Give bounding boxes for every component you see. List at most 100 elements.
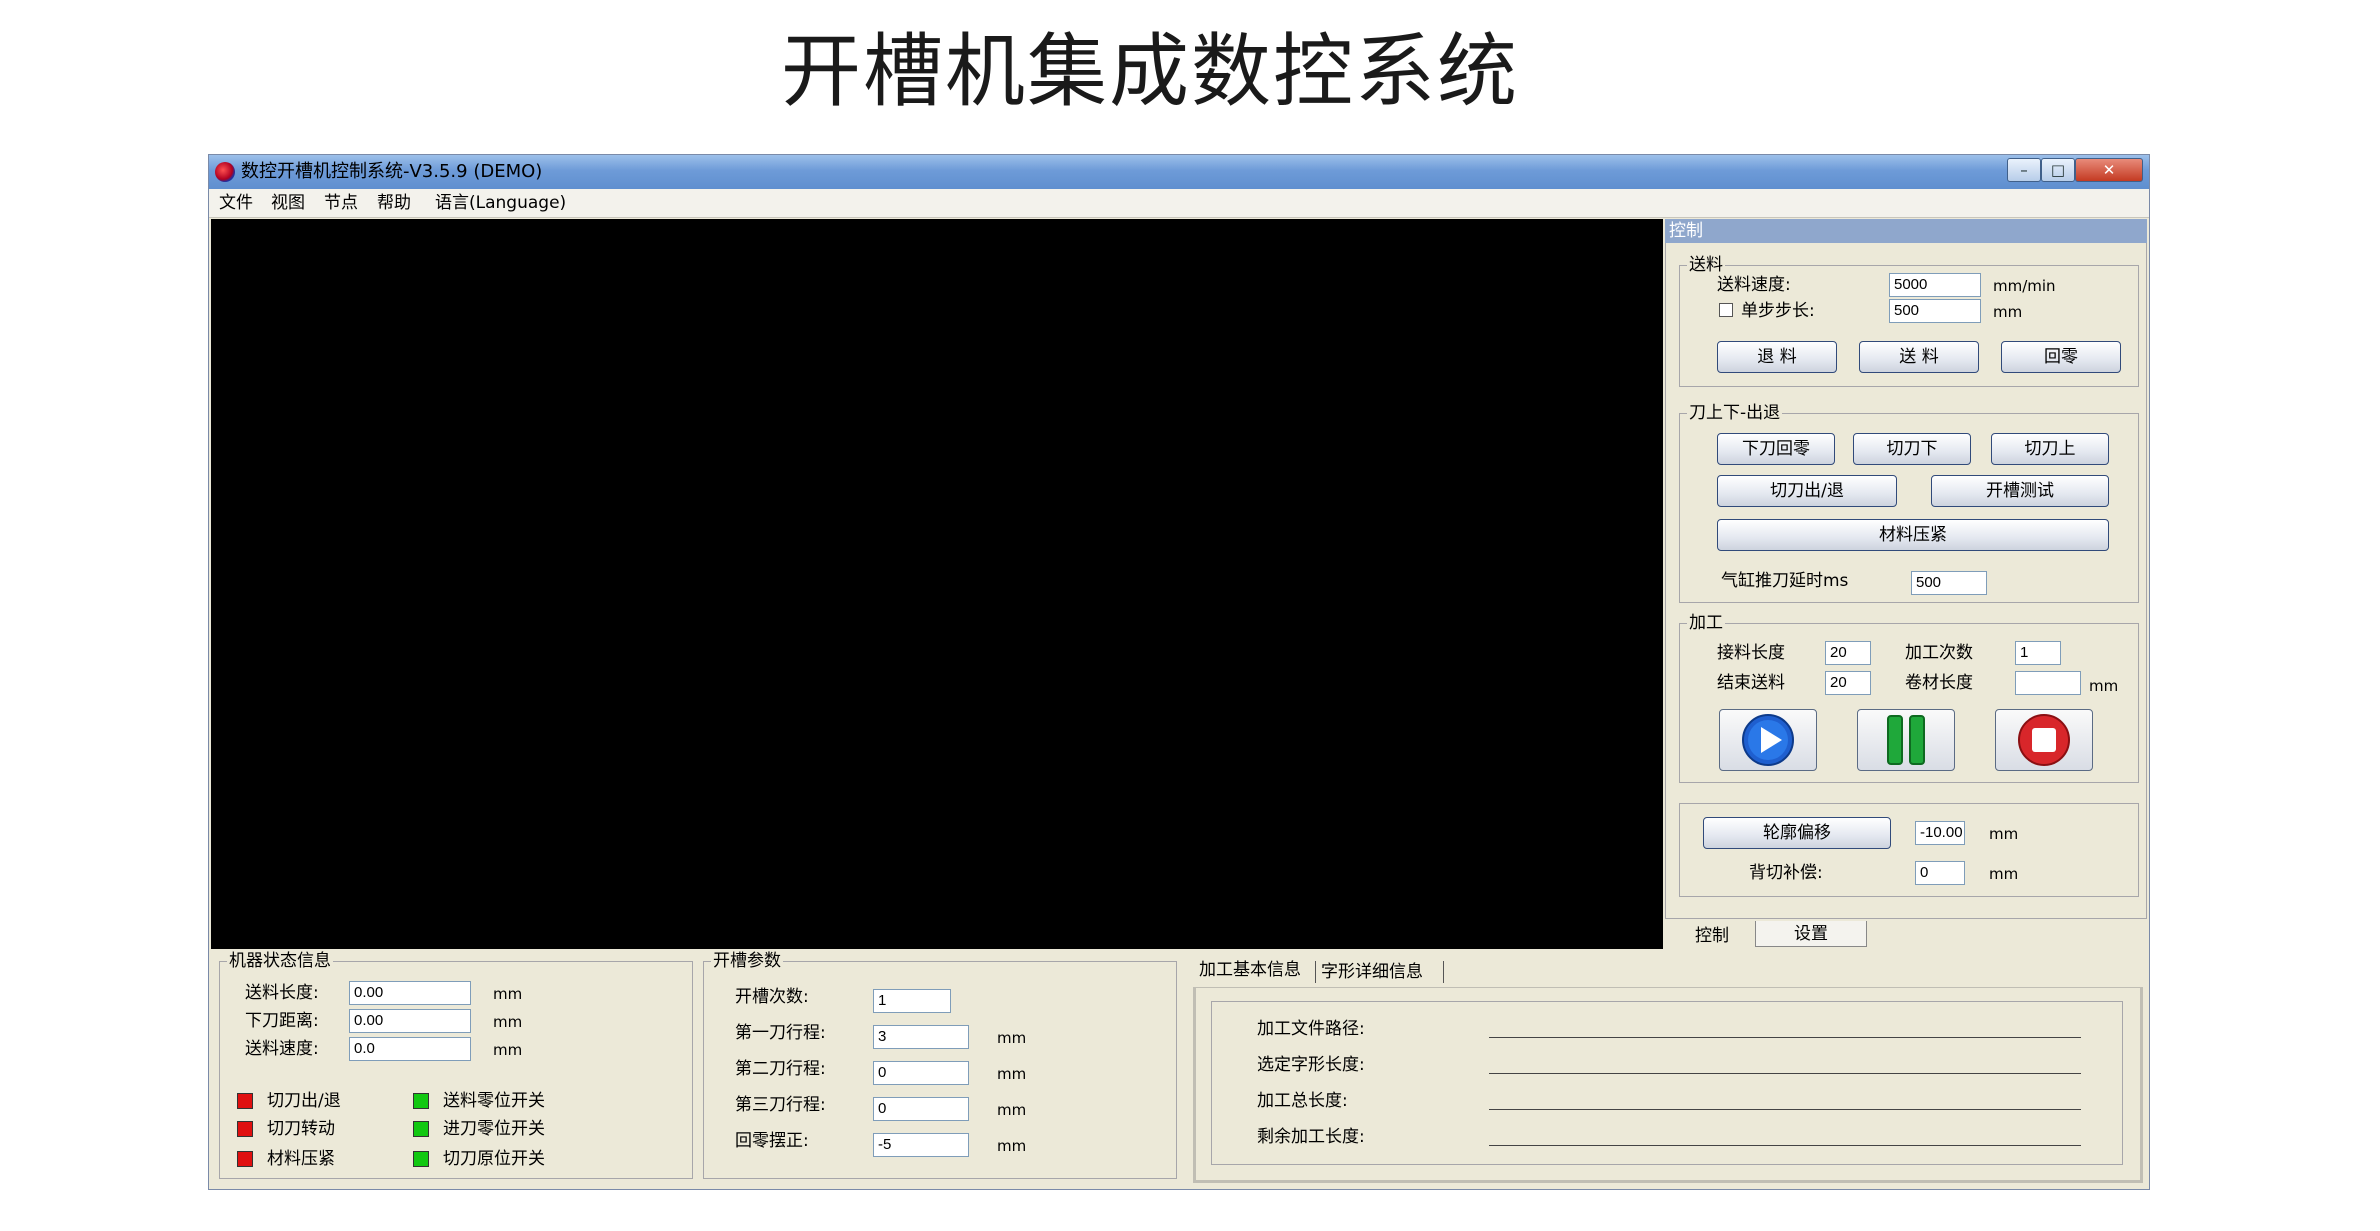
- blade-distance-value: 0.00: [349, 1009, 471, 1033]
- end-feed-input[interactable]: 20: [1825, 671, 1871, 695]
- feed-home-button[interactable]: 回零: [2001, 341, 2121, 373]
- blade-down-button[interactable]: 切刀下: [1853, 433, 1971, 465]
- app-icon: [215, 162, 235, 182]
- slot-param-label: 第二刀行程:: [735, 1059, 826, 1079]
- feed-speed-label: 送料速度:: [1717, 275, 1791, 295]
- slot-param-label: 第一刀行程:: [735, 1023, 826, 1043]
- end-feed-label: 结束送料: [1717, 673, 1785, 693]
- process-group-title: 加工: [1687, 612, 1725, 634]
- material-clamp-button[interactable]: 材料压紧: [1717, 519, 2109, 551]
- back-cut-input[interactable]: 0: [1915, 861, 1965, 885]
- pause-button[interactable]: [1857, 709, 1955, 771]
- drawing-canvas[interactable]: [211, 219, 1663, 949]
- stop-button[interactable]: [1995, 709, 2093, 771]
- second-cut-input[interactable]: 0: [873, 1061, 969, 1085]
- title-bar[interactable]: 数控开槽机控制系统-V3.5.9 (DEMO) – □ ✕: [209, 155, 2149, 189]
- slot-param-label: 开槽次数:: [735, 987, 809, 1007]
- slot-param-unit: mm: [997, 1065, 1027, 1083]
- tab-glyph-info[interactable]: 字形详细信息: [1321, 959, 1441, 987]
- step-checkbox[interactable]: [1719, 303, 1733, 317]
- indicator-label: 送料零位开关: [443, 1091, 545, 1111]
- indicator-label: 切刀出/退: [267, 1091, 341, 1111]
- join-length-input[interactable]: 20: [1825, 641, 1871, 665]
- process-count-label: 加工次数: [1905, 643, 1973, 663]
- slot-param-label: 第三刀行程:: [735, 1095, 826, 1115]
- blade-home-button[interactable]: 下刀回零: [1717, 433, 1835, 465]
- status-led-green: [413, 1093, 429, 1109]
- status-led-green: [413, 1151, 429, 1167]
- status-led-red: [237, 1093, 253, 1109]
- slot-params-title: 开槽参数: [711, 950, 783, 972]
- tab-divider: [1315, 961, 1316, 983]
- status-led-red: [237, 1121, 253, 1137]
- step-length-input[interactable]: 500: [1889, 299, 1981, 323]
- back-cut-unit: mm: [1989, 865, 2019, 883]
- maximize-button[interactable]: □: [2041, 158, 2075, 182]
- slot-param-unit: mm: [997, 1101, 1027, 1119]
- machine-status-title: 机器状态信息: [227, 950, 333, 972]
- third-cut-input[interactable]: 0: [873, 1097, 969, 1121]
- stop-icon: [2018, 714, 2070, 766]
- control-panel-header: 控制: [1665, 219, 2147, 243]
- status-row-label: 送料速度:: [245, 1039, 319, 1059]
- slot-param-unit: mm: [997, 1137, 1027, 1155]
- step-length-unit: mm: [1993, 303, 2023, 321]
- indicator-label: 切刀转动: [267, 1119, 335, 1139]
- page-title: 开槽机集成数控系统: [781, 25, 1519, 118]
- blade-up-button[interactable]: 切刀上: [1991, 433, 2109, 465]
- status-row-label: 下刀距离:: [245, 1011, 319, 1031]
- slot-count-input[interactable]: 1: [873, 989, 951, 1013]
- window-title: 数控开槽机控制系统-V3.5.9 (DEMO): [241, 161, 543, 182]
- feed-speed-input[interactable]: 5000: [1889, 273, 1981, 297]
- contour-offset-unit: mm: [1989, 825, 2019, 843]
- pause-icon: [1887, 715, 1925, 765]
- status-unit: mm: [493, 1041, 523, 1059]
- menu-node[interactable]: 节点: [324, 189, 358, 217]
- close-button[interactable]: ✕: [2075, 158, 2143, 182]
- feed-length-value: 0.00: [349, 981, 471, 1005]
- info-label: 加工总长度:: [1257, 1091, 1348, 1111]
- blade-group-title: 刀上下-出退: [1687, 402, 1783, 424]
- menu-view[interactable]: 视图: [271, 189, 305, 217]
- info-value-line: [1489, 1145, 2081, 1146]
- status-row-label: 送料长度:: [245, 983, 319, 1003]
- tab-control[interactable]: 控制: [1671, 921, 1753, 951]
- contour-offset-button[interactable]: 轮廓偏移: [1703, 817, 1891, 849]
- status-unit: mm: [493, 1013, 523, 1031]
- play-icon: [1742, 714, 1794, 766]
- info-label: 剩余加工长度:: [1257, 1127, 1365, 1147]
- menu-file[interactable]: 文件: [219, 189, 253, 217]
- slot-test-button[interactable]: 开槽测试: [1931, 475, 2109, 507]
- tab-settings[interactable]: 设置: [1755, 921, 1867, 947]
- feed-button[interactable]: 送 料: [1859, 341, 1979, 373]
- status-led-green: [413, 1121, 429, 1137]
- indicator-label: 材料压紧: [267, 1149, 335, 1169]
- info-label: 选定字形长度:: [1257, 1055, 1365, 1075]
- tab-basic-info[interactable]: 加工基本信息: [1199, 957, 1313, 985]
- first-cut-input[interactable]: 3: [873, 1025, 969, 1049]
- slot-param-unit: mm: [997, 1029, 1027, 1047]
- info-value-line: [1489, 1037, 2081, 1038]
- minimize-button[interactable]: –: [2007, 158, 2041, 182]
- join-length-label: 接料长度: [1717, 643, 1785, 663]
- contour-offset-input[interactable]: -10.00: [1915, 821, 1965, 845]
- home-align-input[interactable]: -5: [873, 1133, 969, 1157]
- coil-length-input[interactable]: [2015, 671, 2081, 695]
- coil-length-unit: mm: [2089, 677, 2119, 695]
- status-led-red: [237, 1151, 253, 1167]
- menu-help[interactable]: 帮助: [377, 189, 411, 217]
- indicator-label: 进刀零位开关: [443, 1119, 545, 1139]
- menu-language[interactable]: 语言(Language): [435, 189, 566, 217]
- indicator-label: 切刀原位开关: [443, 1149, 545, 1169]
- status-unit: mm: [493, 985, 523, 1003]
- tab-divider: [1443, 961, 1444, 983]
- app-window: 数控开槽机控制系统-V3.5.9 (DEMO) – □ ✕ 文件 视图 节点 帮…: [208, 154, 2150, 1190]
- cylinder-delay-input[interactable]: 500: [1911, 571, 1987, 595]
- process-count-input[interactable]: 1: [2015, 641, 2061, 665]
- blade-out-retract-button[interactable]: 切刀出/退: [1717, 475, 1897, 507]
- cylinder-delay-label: 气缸推刀延时ms: [1721, 571, 1849, 591]
- start-button[interactable]: [1719, 709, 1817, 771]
- slot-param-label: 回零摆正:: [735, 1131, 809, 1151]
- info-value-line: [1489, 1109, 2081, 1110]
- retract-button[interactable]: 退 料: [1717, 341, 1837, 373]
